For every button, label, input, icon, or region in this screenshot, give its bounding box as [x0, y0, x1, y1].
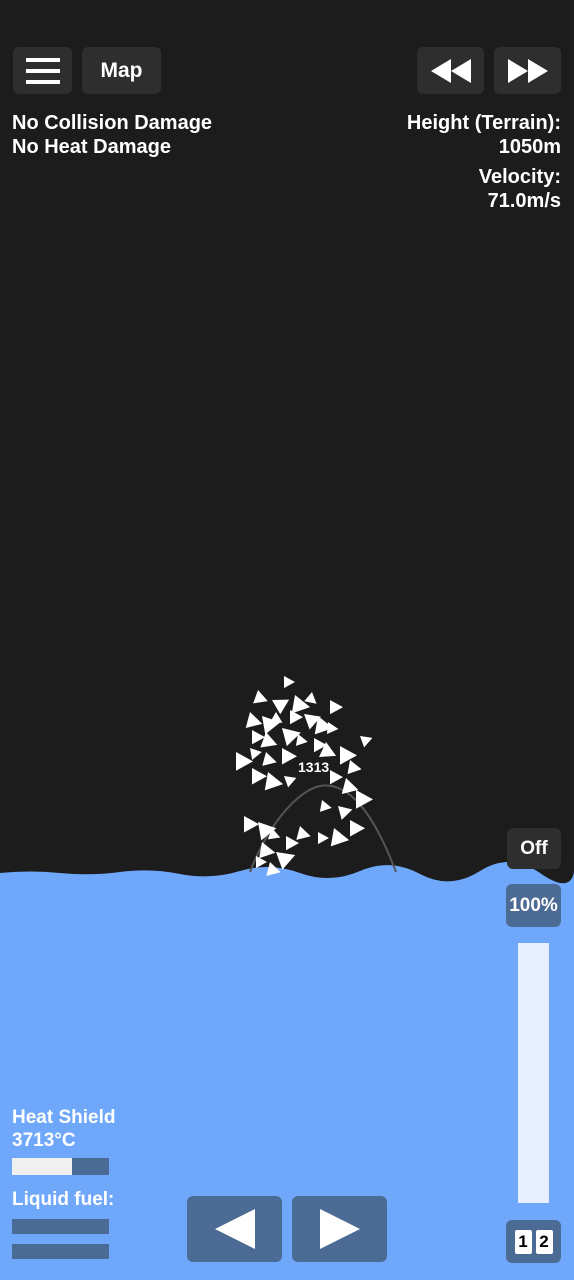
debris-fragment	[245, 712, 263, 728]
debris-fragment	[262, 752, 277, 766]
debris-fragment	[264, 772, 284, 791]
craft-label: 1313	[298, 759, 329, 775]
debris-fragment	[360, 736, 373, 748]
rotate-right-button[interactable]	[292, 1196, 387, 1262]
debris-fragment	[356, 790, 373, 809]
heat-shield-label: Heat Shield	[12, 1107, 116, 1128]
debris-fragment	[338, 806, 353, 820]
debris-fragment	[318, 832, 329, 845]
debris-fragment	[252, 768, 267, 785]
debris-fragment	[284, 676, 295, 689]
velocity-label: Velocity:	[478, 166, 561, 188]
liquid-fuel-label: Liquid fuel:	[12, 1189, 115, 1210]
debris-fragment	[296, 826, 311, 840]
fast-forward-button[interactable]	[494, 47, 561, 94]
liquid-fuel-bar-2	[12, 1244, 109, 1259]
debris-fragment	[330, 770, 343, 785]
debris-fragment	[330, 700, 343, 715]
debris-fragment	[326, 722, 339, 735]
liquid-fuel-bar-1	[12, 1219, 109, 1234]
heat-shield-bar	[12, 1158, 109, 1175]
debris-fragment	[350, 820, 365, 837]
debris-fragment	[290, 710, 303, 725]
debris-fragment	[276, 852, 296, 870]
stage-2-box: 2	[535, 1229, 553, 1254]
toggle-off-label: Off	[520, 837, 548, 859]
height-label: Height (Terrain):	[406, 112, 561, 134]
debris-fragment	[347, 760, 362, 775]
debris-fragment	[295, 734, 308, 746]
heat-shield-bar-fill	[12, 1158, 73, 1175]
rotate-left-button[interactable]	[187, 1196, 282, 1262]
map-button[interactable]: Map	[82, 47, 161, 94]
debris-fragment	[256, 856, 267, 869]
debris-fragment	[330, 828, 350, 847]
heat-status: No Heat Damage	[12, 136, 171, 158]
debris-fragment	[266, 862, 281, 876]
throttle-label: 100%	[509, 894, 558, 916]
collision-status: No Collision Damage	[12, 112, 213, 134]
rewind-icon	[430, 58, 471, 83]
debris-fragment	[260, 732, 278, 748]
stage-selector[interactable]: 1 2	[506, 1220, 561, 1263]
triangle-left-icon	[214, 1209, 255, 1249]
debris-fragment	[259, 842, 276, 859]
debris-fragment	[284, 776, 297, 788]
debris-fragment	[262, 716, 281, 735]
throttle-readout: 100%	[506, 884, 561, 927]
debris-fragment	[253, 690, 268, 704]
debris-fragment	[340, 746, 357, 765]
debris-fragment	[282, 748, 297, 765]
height-value: 1050m	[498, 136, 561, 158]
fast-forward-icon	[507, 58, 548, 83]
stage-1-box: 1	[514, 1229, 532, 1254]
throttle-slider-fill	[518, 943, 549, 1203]
velocity-value: 71.0m/s	[487, 190, 561, 212]
hamburger-menu-icon	[25, 57, 60, 84]
toggle-off-button[interactable]: Off	[507, 828, 561, 869]
map-button-label: Map	[100, 58, 143, 82]
throttle-slider[interactable]	[518, 943, 549, 1203]
triangle-right-icon	[319, 1209, 360, 1249]
debris-fragment	[244, 816, 259, 833]
heat-shield-temp: 3713°C	[12, 1130, 76, 1151]
rewind-button[interactable]	[417, 47, 484, 94]
menu-button[interactable]	[13, 47, 72, 94]
debris-fragment	[319, 800, 332, 812]
debris-fragment	[236, 752, 253, 771]
debris-fragment	[250, 748, 262, 760]
